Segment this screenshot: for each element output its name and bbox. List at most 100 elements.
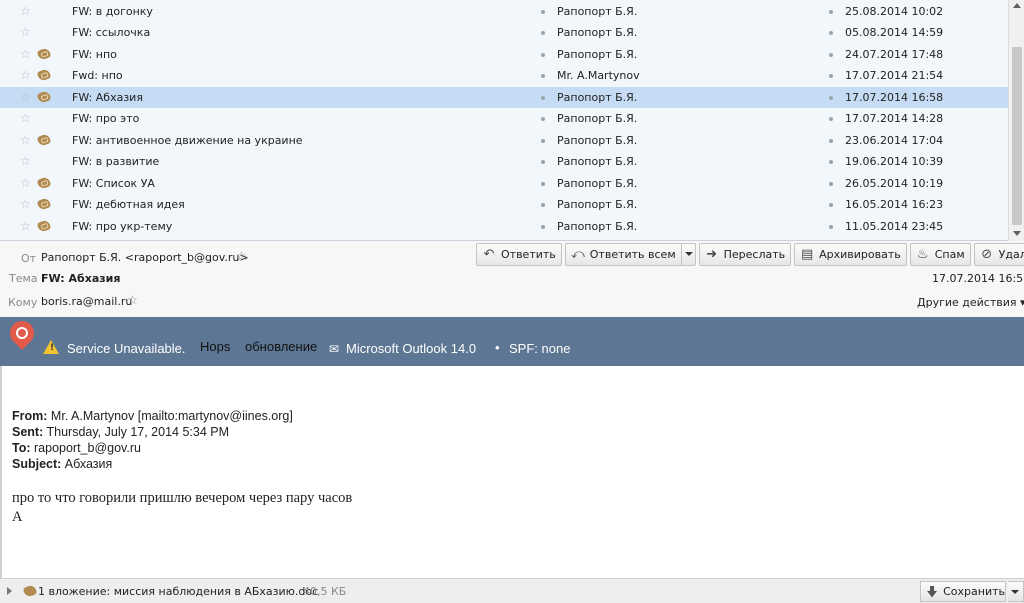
message-sender: Рапопорт Б.Я.: [557, 91, 638, 104]
junk-dot-icon[interactable]: [829, 139, 833, 143]
junk-dot-icon[interactable]: [829, 225, 833, 229]
message-row[interactable]: ☆ FW: в развитие Рапопорт Б.Я. 19.06.201…: [0, 151, 1008, 172]
mailer-info: Microsoft Outlook 14.0: [346, 341, 477, 356]
star-icon[interactable]: ☆: [20, 134, 32, 146]
star-icon[interactable]: ☆: [20, 112, 32, 124]
message-row[interactable]: ☆ FW: про это Рапопорт Б.Я. 17.07.2014 1…: [0, 108, 1008, 129]
unread-dot-icon[interactable]: [541, 139, 545, 143]
reply-all-button[interactable]: ⤺ Ответить всем: [564, 243, 696, 266]
star-icon[interactable]: ☆: [20, 155, 32, 167]
message-subject: FW: про это: [72, 112, 140, 125]
unread-dot-icon[interactable]: [541, 96, 545, 100]
star-icon[interactable]: ☆: [20, 91, 32, 103]
subject-value: FW: Абхазия: [41, 272, 121, 285]
message-subject: FW: антивоенное движение на украине: [72, 134, 303, 147]
unread-dot-icon[interactable]: [541, 117, 545, 121]
scroll-down-arrow-icon[interactable]: [1013, 231, 1021, 236]
subject-label: Тема: [9, 272, 38, 285]
message-row[interactable]: ☆ FW: про укр-тему Рапопорт Б.Я. 11.05.2…: [0, 216, 1008, 237]
message-sender: Рапопорт Б.Я.: [557, 220, 638, 233]
message-sender: Рапопорт Б.Я.: [557, 112, 638, 125]
junk-dot-icon[interactable]: [829, 96, 833, 100]
envelope-icon: ✉: [329, 342, 340, 356]
junk-dot-icon[interactable]: [829, 74, 833, 78]
star-icon[interactable]: ☆: [20, 5, 32, 17]
warning-mark-icon: !: [50, 343, 55, 353]
from-value[interactable]: Рапопорт Б.Я. <rapoport_b@gov.ru>: [41, 251, 249, 264]
scrollbar-thumb[interactable]: [1012, 47, 1022, 225]
message-row[interactable]: ☆ FW: Список УА Рапопорт Б.Я. 26.05.2014…: [0, 173, 1008, 194]
message-row[interactable]: ☆ Fwd: нпо Mr. A.Martynov 17.07.2014 21:…: [0, 65, 1008, 86]
unread-dot-icon[interactable]: [541, 31, 545, 35]
other-actions-menu[interactable]: Другие действия ▾: [917, 296, 1024, 309]
reply-label: Ответить: [501, 248, 556, 261]
junk-dot-icon[interactable]: [829, 53, 833, 57]
chevron-down-icon[interactable]: [680, 244, 695, 265]
unread-dot-icon[interactable]: [541, 53, 545, 57]
spam-label: Спам: [934, 248, 965, 261]
update-link[interactable]: обновление: [245, 339, 317, 354]
attachment-icon: [36, 197, 52, 211]
message-row[interactable]: ☆ FW: в догонку Рапопорт Б.Я. 25.08.2014…: [0, 1, 1008, 22]
reply-icon: ↶: [483, 246, 495, 262]
attachment-name[interactable]: 1 вложение: миссия наблюдения в АБхазию.…: [38, 585, 318, 598]
junk-dot-icon[interactable]: [829, 31, 833, 35]
attachment-icon: [36, 68, 52, 82]
star-icon[interactable]: ☆: [20, 177, 32, 189]
star-icon[interactable]: ☆: [20, 220, 32, 232]
reply-all-label: Ответить всем: [589, 248, 676, 261]
message-row[interactable]: ☆ FW: ссылочка Рапопорт Б.Я. 05.08.2014 …: [0, 22, 1008, 43]
message-date: 17.07.2014 14:28: [845, 112, 944, 125]
star-icon[interactable]: ☆: [20, 198, 32, 210]
unread-dot-icon[interactable]: [541, 160, 545, 164]
spam-button[interactable]: ♨ Спам: [909, 243, 971, 266]
save-button[interactable]: Сохранить: [920, 581, 1006, 602]
junk-dot-icon[interactable]: [829, 160, 833, 164]
hops-link[interactable]: Hops: [200, 339, 230, 354]
other-actions-label: Другие действия: [917, 296, 1017, 309]
star-icon[interactable]: ☆: [20, 48, 32, 60]
junk-dot-icon[interactable]: [829, 117, 833, 121]
unread-dot-icon[interactable]: [541, 225, 545, 229]
body-sent-line: Sent: Thursday, July 17, 2014 5:34 PM: [12, 425, 229, 439]
star-icon[interactable]: ☆: [20, 69, 32, 81]
to-value[interactable]: boris.ra@mail.ru: [41, 295, 132, 308]
scroll-up-arrow-icon[interactable]: [1013, 3, 1021, 8]
star-icon[interactable]: ☆: [20, 26, 32, 38]
message-list-scrollbar[interactable]: [1008, 0, 1024, 241]
reply-button[interactable]: ↶ Ответить: [476, 243, 562, 266]
from-label: От: [21, 252, 37, 265]
message-sender: Рапопорт Б.Я.: [557, 48, 638, 61]
forward-button[interactable]: ➜ Переслать: [698, 243, 792, 266]
delete-icon: ⊘: [981, 246, 993, 262]
message-subject: FW: в развитие: [72, 155, 160, 168]
message-row[interactable]: ☆ FW: дебютная идея Рапопорт Б.Я. 16.05.…: [0, 194, 1008, 215]
message-row-selected[interactable]: ☆ FW: Абхазия Рапопорт Б.Я. 17.07.2014 1…: [0, 87, 1008, 108]
unread-dot-icon[interactable]: [541, 182, 545, 186]
message-sender: Mr. A.Martynov: [557, 69, 640, 82]
archive-label: Архивировать: [819, 248, 901, 261]
unread-dot-icon[interactable]: [541, 10, 545, 14]
service-status: Service Unavailable.: [67, 341, 186, 356]
archive-button[interactable]: ▤ Архивировать: [794, 243, 907, 266]
body-to-label: To:: [12, 441, 31, 455]
unread-dot-icon[interactable]: [541, 203, 545, 207]
delete-label: Удалить: [998, 248, 1024, 261]
delete-button[interactable]: ⊘ Удалить: [973, 243, 1024, 266]
body-text-line: про то что говорили пришлю вечером через…: [12, 490, 353, 506]
junk-dot-icon[interactable]: [829, 182, 833, 186]
chevron-down-icon[interactable]: [1008, 581, 1024, 602]
message-date: 25.08.2014 10:02: [845, 5, 944, 18]
star-icon[interactable]: ☆: [127, 293, 138, 307]
attachment-icon: [36, 219, 52, 233]
message-row[interactable]: ☆ FW: нпо Рапопорт Б.Я. 24.07.2014 17:48: [0, 44, 1008, 65]
junk-dot-icon[interactable]: [829, 203, 833, 207]
junk-dot-icon[interactable]: [829, 10, 833, 14]
message-row[interactable]: ☆ FW: антивоенное движение на украине Ра…: [0, 130, 1008, 151]
unread-dot-icon[interactable]: [541, 74, 545, 78]
message-list[interactable]: ☆ FW: в догонку Рапопорт Б.Я. 25.08.2014…: [0, 0, 1024, 241]
star-icon[interactable]: ☆: [236, 249, 247, 263]
message-subject: FW: Список УА: [72, 177, 155, 190]
expand-arrow-icon[interactable]: [7, 587, 12, 595]
message-subject: FW: нпо: [72, 48, 117, 61]
